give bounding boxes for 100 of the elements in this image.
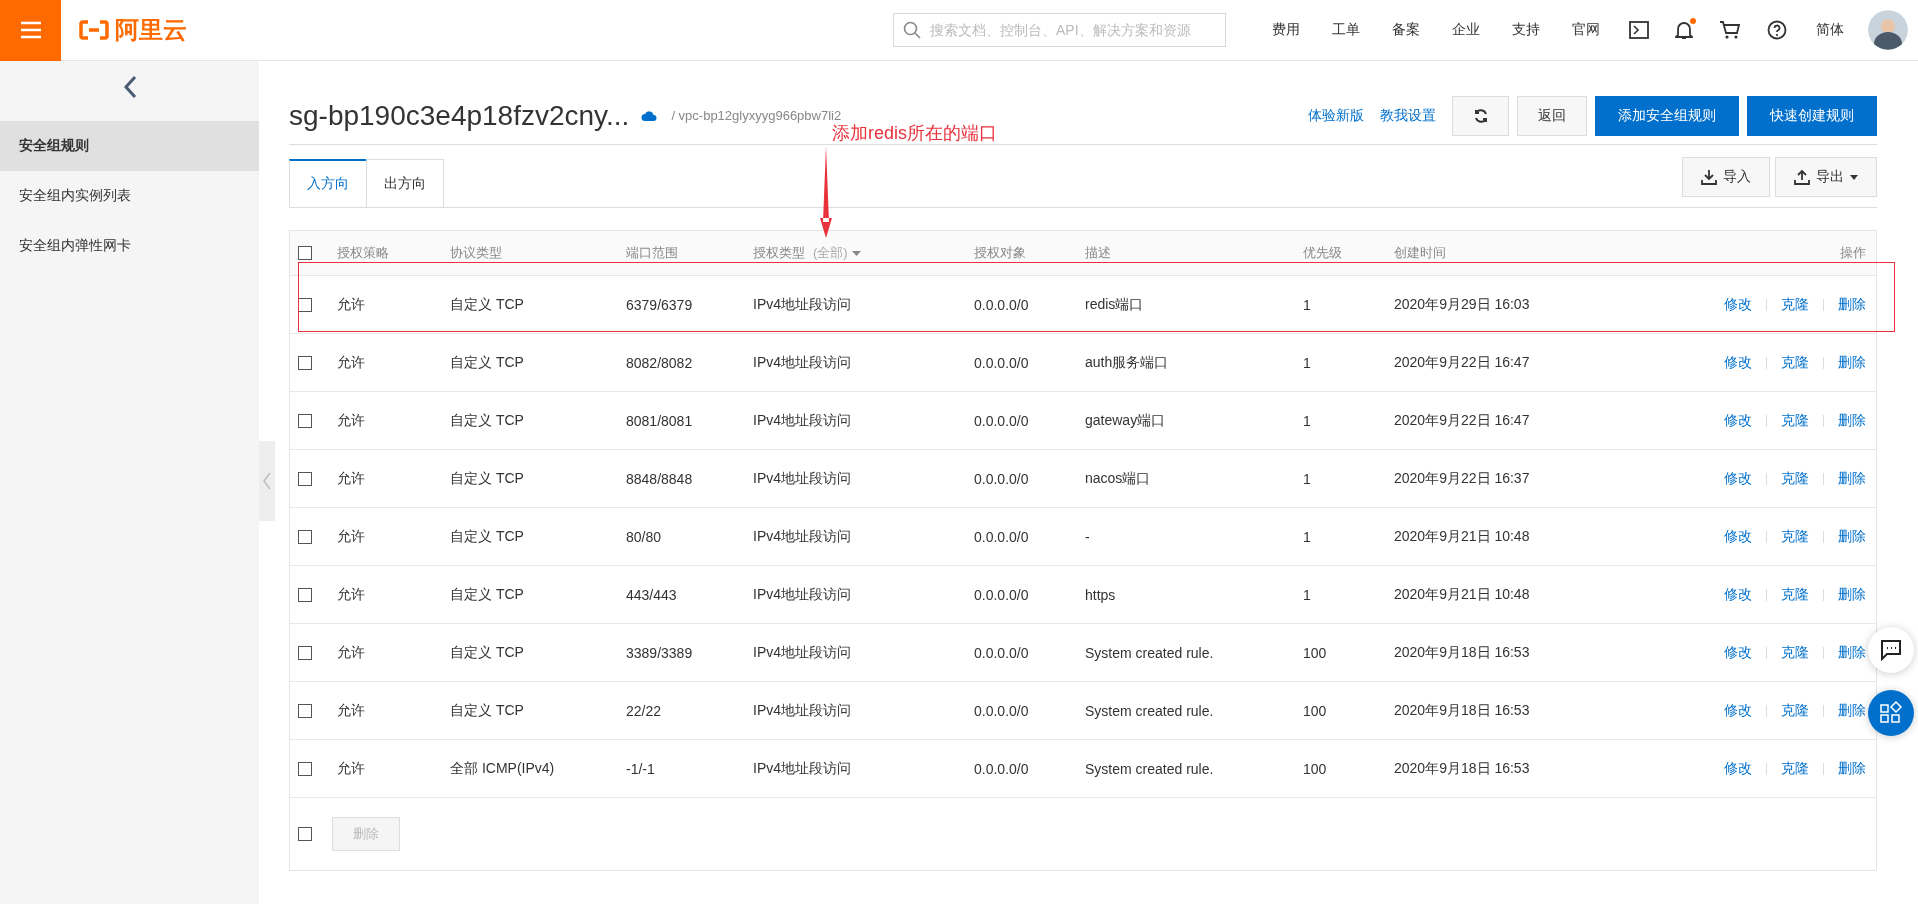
checkbox[interactable]: [298, 471, 312, 486]
action-link[interactable]: 克隆: [1781, 353, 1809, 372]
table-cell-text: redis端口: [1085, 295, 1145, 314]
direction-tab[interactable]: 入方向: [289, 159, 367, 207]
nav-link[interactable]: 官网: [1572, 21, 1600, 39]
table-cell-text: -1/-1: [626, 760, 656, 777]
action-link[interactable]: 删除: [1838, 527, 1866, 546]
table-cell-text: System created rule.: [1085, 702, 1215, 719]
table-cell-text: 允许: [337, 759, 366, 778]
primary-button[interactable]: 添加安全组规则: [1595, 95, 1739, 136]
action-link[interactable]: 删除: [1838, 411, 1866, 430]
terminal-icon[interactable]: [1629, 21, 1649, 39]
table-cell-text: IPv4地址段访问: [753, 527, 852, 546]
table-cell-text: 自定义 TCP: [450, 353, 525, 372]
avatar-icon[interactable]: [1868, 10, 1908, 50]
nav-link[interactable]: 工单: [1332, 21, 1360, 39]
table-cell-text: 2020年9月21日 10:48: [1394, 585, 1531, 604]
checkbox[interactable]: [298, 587, 312, 602]
table-cell-text: 3389/3389: [626, 644, 694, 661]
checkbox[interactable]: [298, 413, 312, 428]
nav-link[interactable]: 备案: [1392, 21, 1420, 39]
nav-link[interactable]: 企业: [1452, 21, 1480, 39]
menu-button[interactable]: [0, 0, 61, 61]
action-link[interactable]: 修改: [1724, 701, 1752, 720]
header-link[interactable]: 教我设置: [1380, 106, 1436, 125]
upload-icon: [1794, 169, 1810, 185]
import-button[interactable]: 导入: [1682, 157, 1770, 197]
table-cell-text: 2020年9月22日 16:37: [1394, 469, 1531, 488]
back-icon[interactable]: [122, 75, 137, 99]
action-link[interactable]: 删除: [1838, 295, 1866, 314]
action-link[interactable]: 克隆: [1781, 411, 1809, 430]
sidebar-item[interactable]: 安全组内实例列表: [0, 171, 259, 221]
caret-icon[interactable]: [851, 250, 861, 256]
apps-button[interactable]: [1868, 690, 1914, 736]
action-link[interactable]: 删除: [1838, 585, 1866, 604]
action-link[interactable]: 克隆: [1781, 295, 1809, 314]
table-cell-text: System created rule.: [1085, 644, 1215, 661]
action-link[interactable]: 删除: [1838, 643, 1866, 662]
logo-icon: [79, 20, 109, 40]
action-link[interactable]: 删除: [1838, 469, 1866, 488]
table-cell-text: auth服务端口: [1085, 353, 1170, 372]
nav-link[interactable]: 费用: [1272, 21, 1300, 39]
table-cell-text: 允许: [337, 295, 366, 314]
export-button[interactable]: 导出: [1775, 157, 1877, 197]
table-cell-text: 1: [1303, 354, 1312, 371]
table-cell-text: 1: [1303, 470, 1312, 487]
cart-icon[interactable]: [1719, 20, 1741, 40]
action-link[interactable]: 克隆: [1781, 701, 1809, 720]
action-link[interactable]: 删除: [1838, 353, 1866, 372]
refresh-button[interactable]: [1452, 95, 1509, 136]
primary-button[interactable]: 快速创建规则: [1747, 95, 1877, 136]
search-field[interactable]: 搜索文档、控制台、API、解决方案和资源: [893, 13, 1226, 47]
action-link[interactable]: 修改: [1724, 469, 1752, 488]
nav-link[interactable]: 支持: [1512, 21, 1540, 39]
help-icon[interactable]: [1767, 20, 1787, 40]
language-link[interactable]: 简体: [1816, 21, 1844, 39]
chat-button[interactable]: [1868, 627, 1914, 673]
sidebar-item[interactable]: 安全组规则: [0, 121, 259, 171]
action-link[interactable]: 修改: [1724, 759, 1752, 778]
table-cell-text: 允许: [337, 701, 366, 720]
column-header: 操作: [1840, 245, 1866, 260]
checkbox[interactable]: [298, 827, 312, 841]
action-link[interactable]: 修改: [1724, 295, 1752, 314]
checkbox[interactable]: [298, 355, 312, 370]
table-cell-text: gateway端口: [1085, 411, 1167, 430]
caret-icon: [1850, 174, 1858, 180]
table-cell-text: -: [1085, 528, 1091, 545]
table-cell-text: 8848/8848: [626, 470, 694, 487]
table-cell-text: 1: [1303, 528, 1312, 545]
action-link[interactable]: 删除: [1838, 701, 1866, 720]
action-link[interactable]: 克隆: [1781, 759, 1809, 778]
checkbox[interactable]: [298, 703, 312, 718]
action-link[interactable]: 删除: [1838, 759, 1866, 778]
table-cell-text: System created rule.: [1085, 760, 1215, 777]
action-link[interactable]: 克隆: [1781, 469, 1809, 488]
action-link[interactable]: 修改: [1724, 585, 1752, 604]
sidebar-item[interactable]: 安全组内弹性网卡: [0, 221, 259, 271]
action-link[interactable]: 克隆: [1781, 585, 1809, 604]
collapse-handle[interactable]: [259, 441, 275, 521]
back-button[interactable]: 返回: [1517, 95, 1587, 136]
logo-text[interactable]: 阿里云: [115, 14, 187, 46]
refresh-icon: [1472, 107, 1489, 124]
checkbox[interactable]: [298, 645, 312, 660]
checkbox[interactable]: [298, 761, 312, 776]
action-link[interactable]: 修改: [1724, 643, 1752, 662]
checkbox[interactable]: [298, 246, 312, 260]
action-link[interactable]: 修改: [1724, 353, 1752, 372]
table-cell-text: 允许: [337, 353, 366, 372]
bell-icon[interactable]: [1675, 20, 1693, 40]
table-cell-text: 0.0.0.0/0: [974, 296, 1030, 313]
table-cell-text: 允许: [337, 469, 366, 488]
direction-tab[interactable]: 出方向: [366, 159, 444, 207]
table-cell-text: 2020年9月18日 16:53: [1394, 643, 1531, 662]
action-link[interactable]: 克隆: [1781, 527, 1809, 546]
action-link[interactable]: 修改: [1724, 411, 1752, 430]
action-link[interactable]: 克隆: [1781, 643, 1809, 662]
header-link[interactable]: 体验新版: [1308, 106, 1364, 125]
chat-icon: [1880, 639, 1902, 661]
checkbox[interactable]: [298, 529, 312, 544]
action-link[interactable]: 修改: [1724, 527, 1752, 546]
